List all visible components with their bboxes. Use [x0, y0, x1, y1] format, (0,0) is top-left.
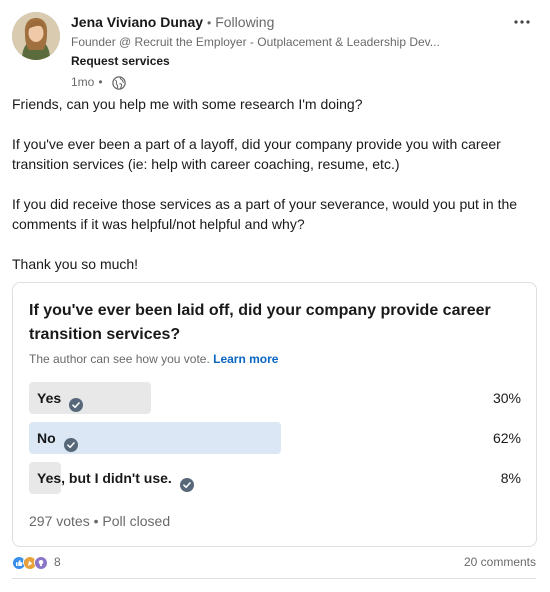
author-meta: Jena Viviano Dunay • Following Founder @ R… — [71, 12, 491, 91]
poll-option-percent: 62% — [492, 430, 521, 446]
poll-option-label: No — [37, 430, 56, 446]
poll-footer: 297 votes • Poll closed — [29, 511, 170, 531]
more-horizontal-icon — [514, 20, 530, 24]
divider — [12, 578, 536, 579]
author-name-row: Jena Viviano Dunay • Following — [71, 12, 491, 33]
name-separator: • — [207, 16, 212, 30]
poll-option-yes-didnt-use[interactable]: Yes, but I didn't use. 8% — [29, 462, 521, 494]
poll-votes[interactable]: 297 votes — [29, 513, 90, 529]
social-counts: 8 20 comments — [12, 552, 536, 572]
poll-note-text: The author can see how you vote. — [29, 352, 210, 366]
comments-count[interactable]: 20 comments — [464, 555, 536, 569]
learn-more-link[interactable]: Learn more — [213, 352, 278, 366]
post-paragraph: Thank you so much! — [12, 256, 139, 272]
poll-option-percent: 8% — [500, 470, 521, 486]
request-services-link[interactable]: Request services — [71, 53, 491, 70]
poll-note: The author can see how you vote. Learn m… — [29, 351, 278, 367]
post-header: Jena Viviano Dunay • Following Founder @ R… — [12, 12, 538, 90]
poll-status: Poll closed — [102, 513, 171, 529]
poll-option-label-row: Yes, but I didn't use. — [37, 462, 194, 494]
follow-status: Following — [215, 14, 275, 30]
poll-option-no[interactable]: No 62% — [29, 422, 521, 454]
author-name[interactable]: Jena Viviano Dunay — [71, 14, 203, 30]
poll-option-label-row: No — [37, 422, 78, 454]
check-circle-icon — [179, 471, 194, 492]
post-paragraph: If you've ever been a part of a layoff, … — [12, 136, 501, 172]
reactions-summary[interactable]: 8 — [12, 555, 61, 569]
author-headline: Founder @ Recruit the Employer - Outplac… — [71, 35, 440, 49]
insightful-icon — [34, 555, 48, 569]
post-paragraph: If you did receive those services as a p… — [12, 196, 518, 232]
post-time-row: 1mo • — [71, 74, 491, 91]
poll-footer-separator: • — [93, 513, 99, 529]
poll-card: If you've ever been laid off, did your c… — [12, 282, 537, 547]
reaction-icons — [12, 555, 48, 569]
check-circle-icon — [69, 391, 84, 412]
more-options-button[interactable] — [512, 14, 532, 30]
poll-option-label: Yes, but I didn't use. — [37, 470, 172, 486]
poll-option-yes[interactable]: Yes 30% — [29, 382, 521, 414]
time-ago: 1mo — [71, 75, 95, 89]
poll-question: If you've ever been laid off, did your c… — [29, 302, 491, 343]
post-body: Friends, can you help me with some resea… — [12, 94, 538, 294]
poll-option-percent: 30% — [492, 390, 521, 406]
avatar[interactable] — [12, 12, 60, 60]
poll-option-label-row: Yes — [37, 382, 84, 414]
time-separator: • — [98, 75, 103, 89]
reaction-count: 8 — [54, 555, 61, 569]
check-circle-icon — [63, 431, 78, 452]
post-paragraph: Friends, can you help me with some resea… — [12, 96, 363, 112]
globe-icon — [111, 75, 126, 90]
poll-option-label: Yes — [37, 390, 62, 406]
